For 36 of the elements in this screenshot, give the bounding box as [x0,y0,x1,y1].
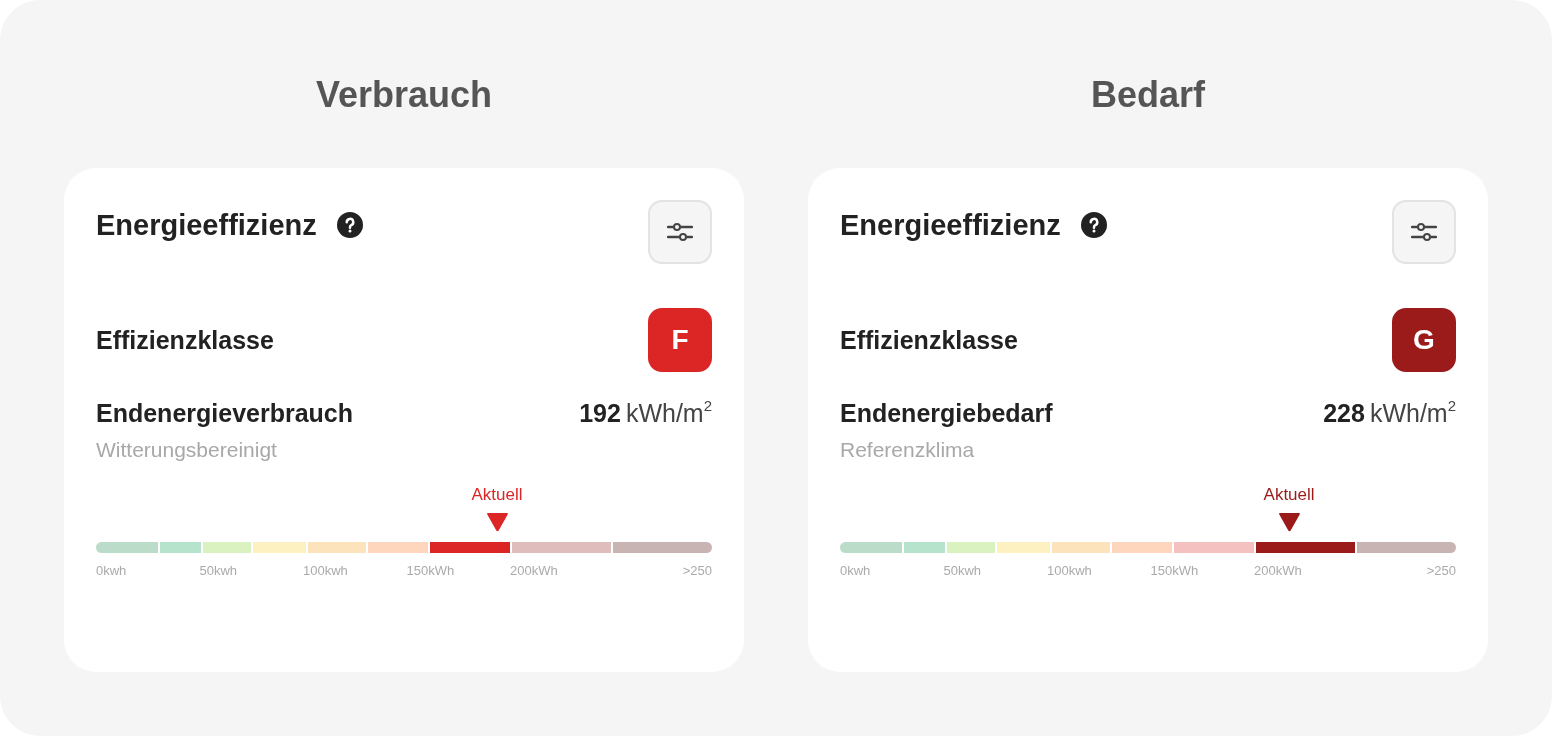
help-icon[interactable] [1080,212,1107,238]
class-label: Effizienzklasse [840,325,1018,355]
metric-label: Endenergieverbrauch [96,398,354,428]
metric-value: 228 [1323,398,1365,428]
metric-value: 192 [579,398,621,428]
sliders-icon [1411,222,1437,242]
scale-tick-label: 50kwh [943,563,982,579]
settings-button[interactable] [648,200,712,264]
card-title: Energieeffizienz [96,208,317,243]
class-badge: G [1392,308,1456,372]
scale-tick-label: >250 [1426,563,1456,579]
metric-sublabel: Referenzklima [840,437,976,463]
scale-tick-label: 0kwh [96,563,127,579]
scale-tick-label: 200kWh [509,563,558,579]
section-heading: Verbrauch [315,73,493,117]
metric-sublabel: Witterungsbereinigt [96,437,278,463]
metric-unit: kWh/m$^{2}$ [625,398,712,429]
settings-button[interactable] [1392,200,1456,264]
sliders-icon [667,222,693,242]
metric-unit: kWh/m$^{2}$ [1369,398,1456,429]
scale-tick-label: 50kwh [199,563,238,579]
class-badge: F [648,308,712,372]
scale-tick-label: 0kwh [840,563,871,579]
card-title: Energieeffizienz [840,208,1061,243]
section-heading: Bedarf [1091,73,1205,117]
help-icon[interactable] [336,212,363,238]
marker-label: Aktuell [471,484,523,506]
marker-label: Aktuell [1263,484,1315,506]
class-label: Effizienzklasse [96,325,274,355]
scale-tick-label: 150kWh [1150,563,1199,579]
scale-tick-label: 200kWh [1253,563,1302,579]
scale-tick-label: 100kwh [1046,563,1092,579]
metric-label: Endenergiebedarf [840,398,1053,428]
scale-tick-label: 100kwh [302,563,348,579]
scale-tick-label: 150kWh [406,563,455,579]
scale-tick-label: >250 [682,563,712,579]
